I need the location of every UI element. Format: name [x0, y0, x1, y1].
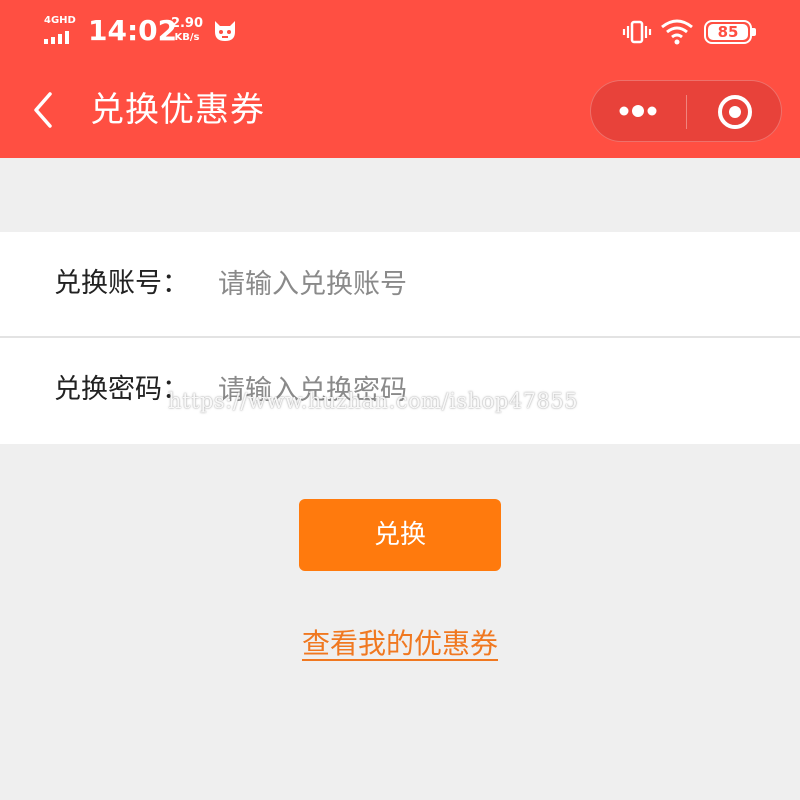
network-type: 4GHD — [44, 15, 76, 26]
vibrate-icon — [622, 20, 652, 44]
chevron-left-icon[interactable] — [28, 88, 58, 132]
account-row: 兑换账号： — [0, 232, 800, 336]
wifi-icon — [661, 19, 693, 45]
speed-value: 2.90 — [170, 16, 204, 31]
watermark-text: https://www.huzhan.com/ishop47855 — [168, 389, 579, 413]
account-label: 兑换账号： — [54, 268, 189, 299]
view-coupons-link[interactable]: 查看我的优惠券 — [302, 627, 498, 660]
mascot-icon — [215, 21, 235, 41]
more-button[interactable] — [591, 81, 686, 141]
close-button[interactable] — [687, 81, 782, 141]
status-bar: 4GHD 14:02 2.90 KB/s 85 — [0, 0, 800, 64]
redeem-button[interactable]: 兑换 — [299, 499, 501, 571]
app-header: 4GHD 14:02 2.90 KB/s 85 兑换优惠券 — [0, 0, 800, 158]
signal-icon: 4GHD — [44, 16, 78, 44]
view-coupons-row: 查看我的优惠券 — [0, 622, 800, 666]
network-speed: 2.90 KB/s — [170, 17, 204, 45]
mini-program-capsule — [590, 80, 782, 142]
speed-unit: KB/s — [174, 32, 200, 43]
battery-icon: 85 — [704, 20, 756, 44]
account-input[interactable] — [218, 262, 758, 306]
status-time: 14:02 — [88, 14, 178, 47]
battery-level: 85 — [708, 24, 748, 40]
page-title: 兑换优惠券 — [90, 90, 265, 130]
target-circle-icon — [718, 95, 752, 129]
more-dots-icon — [619, 105, 657, 117]
